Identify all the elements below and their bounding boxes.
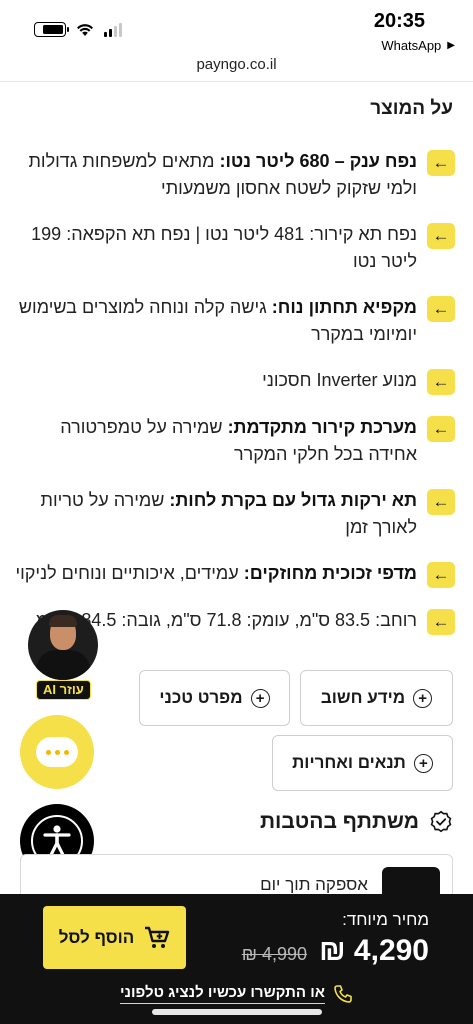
important-info-label: מידע חשוב xyxy=(320,688,406,707)
chat-button[interactable] xyxy=(20,715,94,789)
clock: 20:35 xyxy=(373,10,425,32)
play-triangle-icon: ▶ xyxy=(447,40,455,51)
old-price: 4,990 ₪ xyxy=(241,944,308,964)
feature-text: מנוע Inverter חסכוני xyxy=(262,370,417,390)
benefits-heading: משתתף בהטבות xyxy=(260,810,453,834)
phone-icon xyxy=(334,985,352,1003)
price-label: מחיר מיוחד: xyxy=(342,910,429,929)
list-item: ← תא ירקות גדול עם בקרת לחות: שמירה על ט… xyxy=(15,487,455,541)
phone-contact-link[interactable]: או התקשרו עכשיו לנציג טלפוני xyxy=(0,984,473,1004)
list-item: ← נפח ענק – 680 ליטר נטו: מתאים למשפחות … xyxy=(15,148,455,202)
add-to-cart-button[interactable]: הוסף לסל xyxy=(43,906,186,969)
plus-circle-icon: + xyxy=(413,753,433,773)
ai-avatar xyxy=(28,610,98,680)
home-indicator xyxy=(152,1009,322,1015)
list-item: ← מנוע Inverter חסכוני xyxy=(15,367,455,395)
promo-text: אספקה תוך יום xyxy=(260,875,368,894)
list-item: ← מערכת קירור מתקדמת: שמירה על טמפרטורה … xyxy=(15,414,455,468)
back-app-label: WhatsApp xyxy=(381,38,442,53)
arrow-left-icon: ← xyxy=(427,150,455,176)
url-bar[interactable]: payngo.co.il xyxy=(0,54,473,82)
wifi-icon xyxy=(77,23,93,36)
verified-badge-icon xyxy=(430,810,452,833)
tech-spec-label: מפרט טכני xyxy=(159,688,243,707)
tech-spec-button[interactable]: + מפרט טכני xyxy=(139,670,290,726)
plus-circle-icon: + xyxy=(413,688,433,708)
feature-bold: מקפיא תחתון נוח: xyxy=(271,297,417,317)
price-row: 4,290 ₪ 4,990 ₪ xyxy=(242,934,429,968)
contact-text: או התקשרו עכשיו לנציג טלפוני xyxy=(120,984,325,1004)
feature-bold: מערכת קירור מתקדמת: xyxy=(227,417,417,437)
feature-text: עמידים, איכותיים ונוחים לניקוי xyxy=(15,563,244,583)
list-item: ← נפח תא קירור: 481 ליטר נטו | נפח תא הק… xyxy=(15,221,455,275)
arrow-left-icon: ← xyxy=(427,223,455,249)
current-price: 4,290 ₪ xyxy=(319,934,429,967)
arrow-left-icon: ← xyxy=(427,296,455,322)
chat-bubble-icon xyxy=(36,737,78,767)
plus-circle-icon: + xyxy=(250,688,270,708)
arrow-left-icon: ← xyxy=(427,416,455,442)
add-to-cart-label: הוסף לסל xyxy=(58,927,135,947)
benefits-title: משתתף בהטבות xyxy=(259,810,419,833)
arrow-left-icon: ← xyxy=(427,489,455,515)
arrow-left-icon: ← xyxy=(427,369,455,395)
list-item: ← מקפיא תחתון נוח: גישה קלה ונוחה למוצרי… xyxy=(15,294,455,348)
system-icons xyxy=(34,22,122,37)
arrow-left-icon: ← xyxy=(427,609,455,635)
cart-icon xyxy=(145,926,170,948)
signal-icon xyxy=(104,22,122,37)
status-bar: 20:35 WhatsApp ▶ xyxy=(0,0,473,54)
feature-bold: מדפי זכוכית מחוזקים: xyxy=(243,563,417,583)
feature-bold: נפח ענק – 680 ליטר נטו: xyxy=(219,151,417,171)
important-info-button[interactable]: + מידע חשוב xyxy=(300,670,453,726)
feature-text: נפח תא קירור: 481 ליטר נטו | נפח תא הקפא… xyxy=(31,224,417,271)
back-to-app-link[interactable]: WhatsApp ▶ xyxy=(381,38,455,53)
ai-helper-label: עוזר AI xyxy=(36,680,91,700)
terms-warranty-label: תנאים ואחריות xyxy=(292,753,406,772)
purchase-bar: הוסף לסל מחיר מיוחד: 4,290 ₪ 4,990 ₪ או … xyxy=(0,894,473,1024)
feature-bold: תא ירקות גדול עם בקרת לחות: xyxy=(169,490,417,510)
feature-list: ← נפח ענק – 680 ליטר נטו: מתאים למשפחות … xyxy=(15,148,455,654)
arrow-left-icon: ← xyxy=(427,562,455,588)
section-title: על המוצר xyxy=(370,98,453,119)
terms-warranty-button[interactable]: + תנאים ואחריות xyxy=(272,735,453,791)
battery-icon xyxy=(34,22,69,37)
ai-helper-button[interactable]: עוזר AI xyxy=(28,610,100,702)
list-item: ← מדפי זכוכית מחוזקים: עמידים, איכותיים … xyxy=(15,560,455,588)
